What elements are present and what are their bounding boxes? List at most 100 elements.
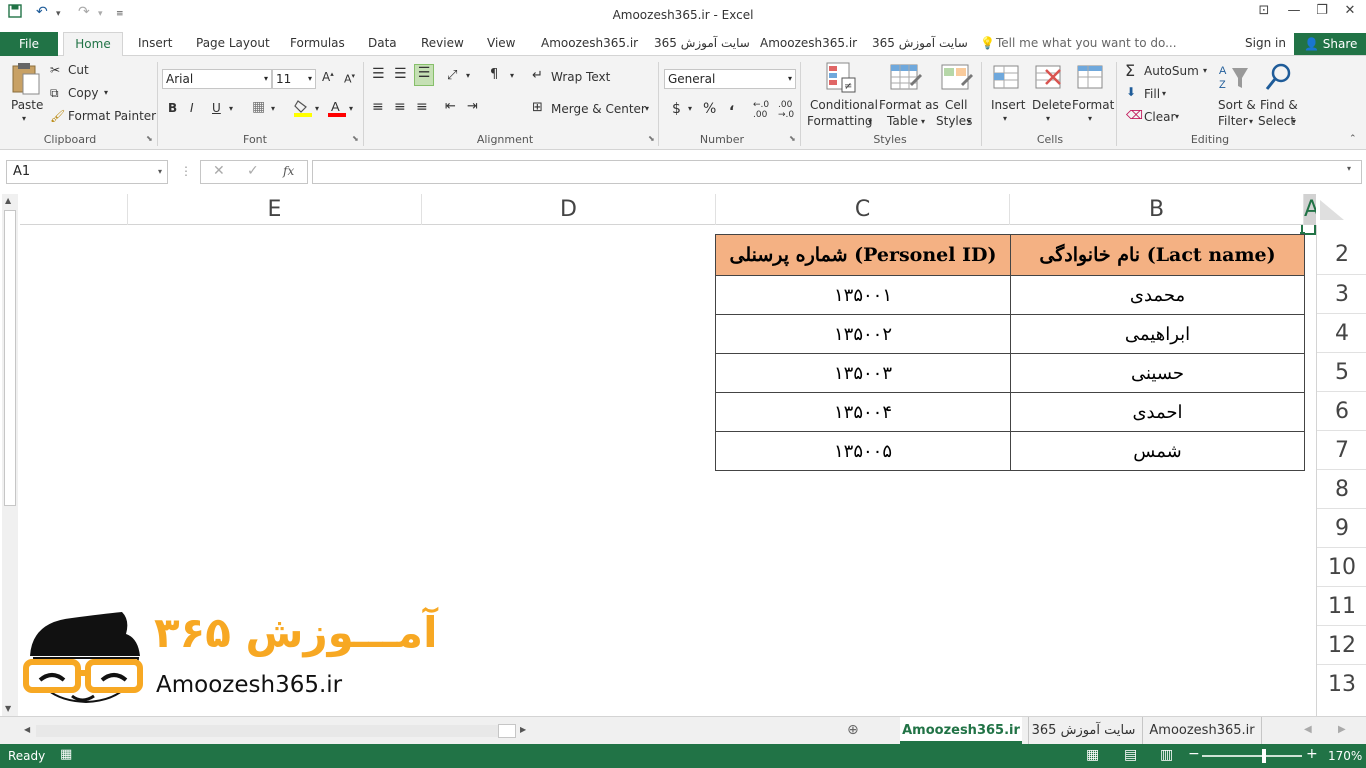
percent-button[interactable]: % [703,101,716,117]
scroll-down-icon[interactable]: ▼ [5,704,11,713]
minimize-icon[interactable]: — [1279,3,1309,18]
clear-button[interactable]: Clear [1144,110,1175,124]
sign-in-link[interactable]: Sign in [1245,36,1286,50]
cell-personnel-id[interactable]: ۱۳۵۰۰۵ [715,431,1011,471]
header-cell-personnel-id[interactable]: (Personel ID) شماره پرسنلی [715,234,1011,276]
row-header-7[interactable]: 7 [1317,430,1366,469]
zoom-in-icon[interactable]: + [1306,746,1318,762]
number-format-select[interactable]: General ▾ [664,69,796,89]
column-header-e[interactable]: E [127,194,421,225]
share-button[interactable]: 👤 Share [1294,33,1366,55]
find-select-label-2[interactable]: Select [1258,114,1295,128]
font-size-select[interactable]: 11 ▾ [272,69,316,89]
scroll-up-icon[interactable]: ▲ [5,196,11,205]
scroll-right-icon[interactable]: ▶ [520,725,526,734]
column-header-a[interactable]: A [1303,194,1316,225]
cell-last-name[interactable]: احمدی [1010,392,1305,432]
paste-dropdown-icon[interactable]: ▾ [22,114,26,123]
merge-dropdown-icon[interactable]: ▾ [645,104,649,113]
page-break-view-icon[interactable]: ▥ [1160,747,1173,763]
normal-view-icon[interactable]: ▦ [1086,747,1099,763]
font-name-select[interactable]: Arial ▾ [162,69,272,89]
insert-cells-button[interactable]: Insert [991,98,1025,112]
format-as-table-label-2[interactable]: Table [887,114,918,128]
font-launcher-icon[interactable]: ⬊ [352,134,359,143]
row-header-4[interactable]: 4 [1317,313,1366,352]
find-select-dropdown-icon[interactable]: ▾ [1292,117,1296,126]
row-header-9[interactable]: 9 [1317,508,1366,547]
increase-indent-icon[interactable]: ⇥ [467,99,478,114]
decrease-decimal-icon[interactable]: .00 →.0 [778,100,794,120]
column-header-b[interactable]: B [1009,194,1303,225]
increase-decimal-icon[interactable]: ←.0.00 [753,100,769,120]
more-options-icon[interactable]: ⋮ [180,164,192,178]
sheet-tab[interactable]: سایت آموزش 365 [1028,717,1138,744]
cell-personnel-id[interactable]: ۱۳۵۰۰۴ [715,392,1011,432]
rtl-direction-icon[interactable]: ¶ [490,67,498,82]
row-header-11[interactable]: 11 [1317,586,1366,625]
insert-function-icon[interactable]: fx [283,164,294,178]
vertical-scroll-thumb[interactable] [4,210,16,506]
font-color-icon[interactable]: A [328,98,346,121]
tab-custom-1[interactable]: Amoozesh365.ir [541,36,638,50]
cell-personnel-id[interactable]: ۱۳۵۰۰۳ [715,353,1011,393]
cell-last-name[interactable]: شمس [1010,431,1305,471]
number-launcher-icon[interactable]: ⬊ [789,134,796,143]
row-header-10[interactable]: 10 [1317,547,1366,586]
scroll-left-icon[interactable]: ◀ [24,725,30,734]
zoom-slider[interactable] [1202,755,1302,757]
enter-icon[interactable]: ✓ [247,163,259,179]
autosum-button[interactable]: AutoSum [1144,64,1199,78]
align-right-icon[interactable]: ≡ [416,99,428,115]
horizontal-scroll-thumb[interactable] [498,724,516,738]
row-header-6[interactable]: 6 [1317,391,1366,430]
tab-file[interactable]: File [0,32,58,56]
zoom-slider-thumb[interactable] [1262,749,1266,763]
row-header-2[interactable]: 2 [1317,235,1366,274]
align-left-icon[interactable]: ≡ [372,99,384,115]
paste-icon[interactable] [10,62,42,99]
copy-dropdown-icon[interactable]: ▾ [104,88,108,97]
autosum-dropdown-icon[interactable]: ▾ [1203,66,1207,75]
cell-last-name[interactable]: ابراهیمی [1010,314,1305,354]
zoom-level[interactable]: 170% [1328,749,1362,763]
font-color-dropdown-icon[interactable]: ▾ [349,104,353,113]
column-header-c[interactable]: C [715,194,1009,225]
rtl-dropdown-icon[interactable]: ▾ [510,71,514,80]
vertical-scrollbar[interactable]: ▲ ▼ [2,194,18,716]
sort-filter-label-2[interactable]: Filter [1218,114,1248,128]
tab-review[interactable]: Review [421,36,464,50]
increase-font-icon[interactable]: A▴ [322,70,334,84]
restore-icon[interactable]: ❐ [1307,3,1337,18]
tab-page-layout[interactable]: Page Layout [196,36,270,50]
select-all-corner[interactable] [1316,194,1366,225]
fill-button[interactable]: Fill [1144,87,1160,101]
sheet-tab[interactable]: Amoozesh365.ir [1142,717,1262,744]
tab-home[interactable]: Home [63,32,123,57]
row-header-13[interactable]: 13 [1317,664,1366,703]
align-center-icon[interactable]: ≡ [394,99,406,115]
name-box[interactable]: A1 ▾ [6,160,168,184]
column-header-f[interactable] [20,194,127,225]
decrease-font-icon[interactable]: A▾ [344,72,355,86]
underline-button[interactable]: U [212,101,221,115]
insert-dropdown-icon[interactable]: ▾ [1003,114,1007,123]
currency-button[interactable]: $ [672,101,681,117]
borders-dropdown-icon[interactable]: ▾ [271,104,275,113]
underline-dropdown-icon[interactable]: ▾ [229,104,233,113]
merge-center-button[interactable]: Merge & Center [551,102,646,116]
cancel-icon[interactable]: ✕ [213,163,225,179]
tab-formulas[interactable]: Formulas [290,36,345,50]
align-middle-icon[interactable]: ☰ [394,66,407,82]
fill-color-dropdown-icon[interactable]: ▾ [315,104,319,113]
currency-dropdown-icon[interactable]: ▾ [688,104,692,113]
sheet-tab-active[interactable]: Amoozesh365.ir [900,717,1022,744]
alignment-launcher-icon[interactable]: ⬊ [648,134,655,143]
cell-last-name[interactable]: حسینی [1010,353,1305,393]
italic-button[interactable]: I [190,101,194,115]
clear-dropdown-icon[interactable]: ▾ [1175,112,1179,121]
align-top-icon[interactable]: ☰ [372,66,385,82]
tab-custom-4[interactable]: سایت آموزش 365 [872,36,968,50]
collapse-ribbon-icon[interactable]: ⌃ [1349,134,1357,144]
conditional-formatting-button[interactable]: Conditional [810,98,878,112]
